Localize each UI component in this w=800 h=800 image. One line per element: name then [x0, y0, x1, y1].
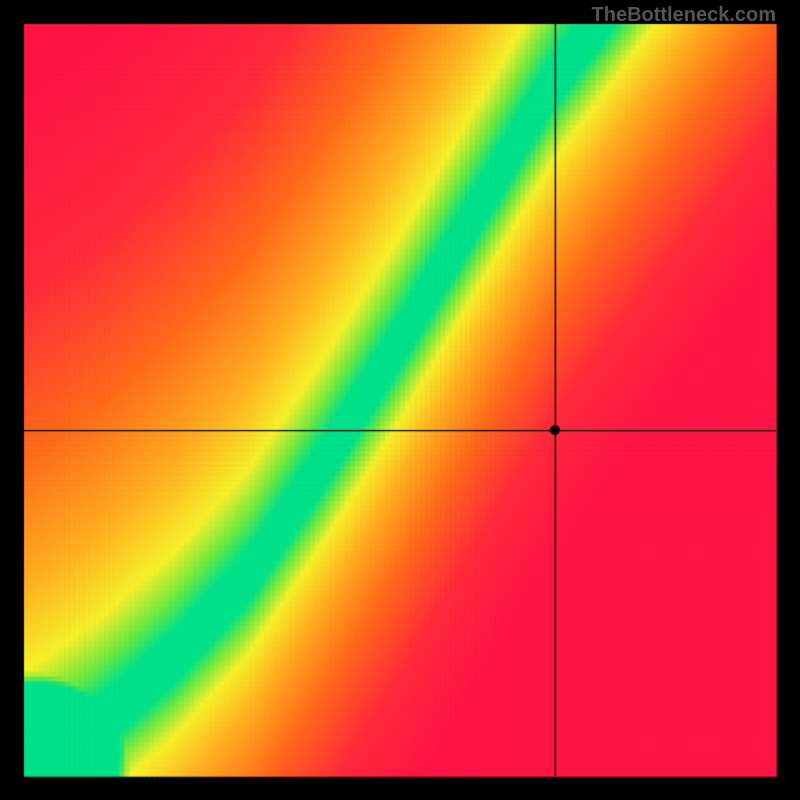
watermark-text: TheBottleneck.com [592, 4, 776, 27]
bottleneck-heatmap [0, 0, 800, 800]
